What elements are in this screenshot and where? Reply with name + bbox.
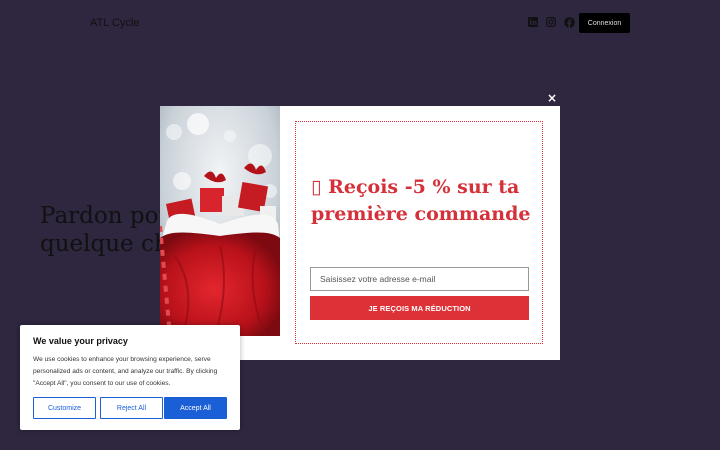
popup-headline: ▯ Reçois -5 % sur ta première commande bbox=[311, 174, 536, 228]
linkedin-icon[interactable] bbox=[528, 17, 538, 27]
background-heading-line1: Pardon pour bbox=[40, 203, 180, 229]
instagram-icon[interactable] bbox=[546, 17, 556, 27]
reject-all-button[interactable]: Reject All bbox=[100, 397, 163, 419]
gift-glyph-icon: ▯ bbox=[311, 176, 322, 198]
santa-gift-bag-image bbox=[160, 106, 280, 336]
discount-popup: ▯ Reçois -5 % sur ta première commande J… bbox=[160, 106, 560, 360]
cookie-consent-banner: We value your privacy We use cookies to … bbox=[20, 325, 240, 430]
cookie-description: We use cookies to enhance your browsing … bbox=[33, 356, 218, 387]
email-field[interactable] bbox=[310, 267, 529, 291]
close-icon[interactable]: × bbox=[546, 92, 558, 104]
login-button[interactable]: Connexion bbox=[579, 13, 630, 33]
customize-button[interactable]: Customize bbox=[33, 397, 96, 419]
background-heading-line2: quelque cho bbox=[40, 231, 180, 257]
site-title[interactable]: ATL Cycle bbox=[90, 17, 140, 29]
get-discount-button[interactable]: JE REÇOIS MA RÉDUCTION bbox=[310, 296, 529, 320]
popup-headline-text: Reçois -5 % sur ta première commande bbox=[311, 176, 531, 225]
facebook-icon[interactable] bbox=[564, 17, 575, 28]
cookie-title: We value your privacy bbox=[33, 336, 128, 346]
background-heading: Pardon pour quelque cho bbox=[40, 202, 180, 258]
accept-all-button[interactable]: Accept All bbox=[164, 397, 227, 419]
form-panel: ▯ Reçois -5 % sur ta première commande J… bbox=[295, 121, 543, 344]
